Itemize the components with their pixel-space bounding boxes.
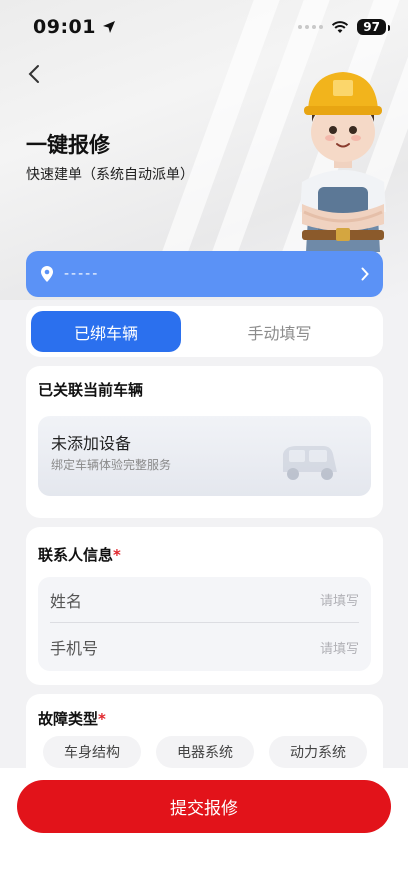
phone-label: 手机号 xyxy=(50,639,99,658)
fault-section-title: 故障类型* xyxy=(38,708,106,729)
battery-indicator: 97 xyxy=(357,19,390,35)
status-time: 09:01 xyxy=(33,16,96,38)
submit-repair-button[interactable]: 提交报修 xyxy=(17,780,391,833)
fault-section-title-text: 故障类型 xyxy=(38,710,99,728)
bottom-action-bar: 提交报修 xyxy=(0,768,408,883)
vehicle-mode-tabs: 已绑车辆 手动填写 xyxy=(26,306,383,357)
tab-bound-vehicle[interactable]: 已绑车辆 xyxy=(31,311,181,352)
name-placeholder: 请填写 xyxy=(319,594,359,609)
wifi-icon xyxy=(332,21,349,33)
fault-option-power[interactable]: 动力系统 xyxy=(269,736,367,768)
tab-manual-entry[interactable]: 手动填写 xyxy=(181,311,378,352)
location-selector[interactable]: ----- xyxy=(26,251,383,297)
mechanic-mascot-illustration xyxy=(300,72,386,252)
fault-option-electrical[interactable]: 电器系统 xyxy=(156,736,254,768)
chevron-right-icon xyxy=(361,267,369,281)
page-title: 一键报修 xyxy=(26,133,110,157)
device-description: 绑定车辆体验完整服务 xyxy=(51,458,172,472)
chevron-left-icon xyxy=(28,65,39,83)
phone-field[interactable]: 手机号 请填写 xyxy=(50,624,359,670)
device-title: 未添加设备 xyxy=(51,434,132,453)
fault-type-options: 车身结构 电器系统 动力系统 xyxy=(43,736,367,768)
fault-option-body[interactable]: 车身结构 xyxy=(43,736,141,768)
contact-form: 姓名 请填写 手机号 请填写 xyxy=(38,577,371,671)
location-text: ----- xyxy=(64,266,100,282)
vehicle-section-title: 已关联当前车辆 xyxy=(38,381,144,399)
required-mark: * xyxy=(113,546,121,564)
location-pin-icon xyxy=(41,266,53,282)
back-button[interactable] xyxy=(20,60,48,88)
contact-section-title-text: 联系人信息 xyxy=(38,546,114,564)
contact-section-title: 联系人信息* xyxy=(38,544,121,565)
phone-placeholder: 请填写 xyxy=(319,641,359,657)
page-subtitle: 快速建单（系统自动派单） xyxy=(26,167,194,183)
location-arrow-icon xyxy=(102,21,115,33)
status-bar: 09:01 97 xyxy=(0,0,408,54)
required-mark: * xyxy=(98,710,106,728)
vehicle-placeholder-icon xyxy=(283,446,337,480)
cellular-signal-icon xyxy=(298,25,324,29)
name-label: 姓名 xyxy=(50,591,83,611)
vehicle-card: 已关联当前车辆 未添加设备 绑定车辆体验完整服务 xyxy=(26,366,383,518)
contact-info-card: 联系人信息* 姓名 请填写 手机号 请填写 xyxy=(26,527,383,685)
name-field[interactable]: 姓名 请填写 xyxy=(50,577,359,623)
add-device-box[interactable]: 未添加设备 绑定车辆体验完整服务 xyxy=(38,416,371,496)
